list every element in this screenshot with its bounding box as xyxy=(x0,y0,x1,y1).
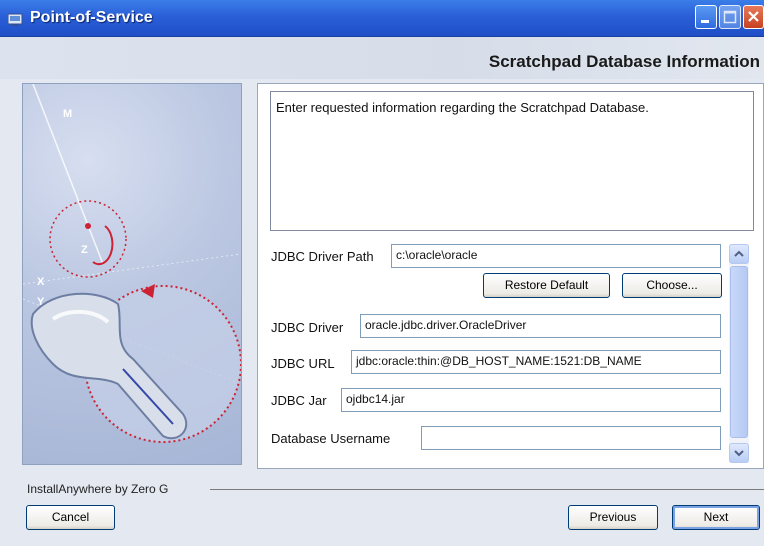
next-button[interactable]: Next xyxy=(672,505,760,530)
restore-default-button[interactable]: Restore Default xyxy=(483,273,610,298)
jdbc-jar-input[interactable]: ojdbc14.jar xyxy=(341,388,721,412)
jdbc-url-input[interactable]: jdbc:oracle:thin:@DB_HOST_NAME:1521:DB_N… xyxy=(351,350,721,374)
axis-letter-y: Y xyxy=(37,296,45,308)
jdbc-driver-input[interactable]: oracle.jdbc.driver.OracleDriver xyxy=(360,314,721,338)
axis-letter-z: Z xyxy=(81,244,88,256)
minimize-button[interactable] xyxy=(695,5,717,29)
form-scrollbar[interactable] xyxy=(729,244,749,463)
jdbc-driver-path-label: JDBC Driver Path xyxy=(271,249,374,264)
minimize-icon xyxy=(701,20,709,23)
title-bar[interactable]: Point-of-Service xyxy=(0,0,764,37)
scroll-thumb[interactable] xyxy=(730,266,748,438)
scroll-up-button[interactable] xyxy=(729,244,749,264)
close-icon xyxy=(748,11,759,22)
jdbc-driver-label: JDBC Driver xyxy=(271,320,344,335)
axis-letter-m: M xyxy=(63,108,73,120)
jdbc-url-label: JDBC URL xyxy=(271,356,335,371)
cancel-button[interactable]: Cancel xyxy=(26,505,115,530)
jdbc-jar-label: JDBC Jar xyxy=(271,393,327,408)
chevron-up-icon xyxy=(734,250,744,257)
db-username-input[interactable] xyxy=(421,426,721,450)
app-icon xyxy=(7,12,24,26)
maximize-icon xyxy=(723,10,737,24)
page-header: Scratchpad Database Information xyxy=(0,37,764,79)
footer-divider xyxy=(210,489,764,490)
window-title: Point-of-Service xyxy=(30,9,153,26)
wrench-illustration xyxy=(23,84,241,443)
maximize-button[interactable] xyxy=(719,5,741,29)
db-username-label: Database Username xyxy=(271,431,391,446)
chevron-down-icon xyxy=(734,450,744,457)
jdbc-driver-path-input[interactable]: c:\oracle\oracle xyxy=(391,244,721,268)
close-button[interactable] xyxy=(743,5,764,29)
scroll-down-button[interactable] xyxy=(729,443,749,463)
installer-window: Point-of-Service Scratchpad Database Inf… xyxy=(0,0,764,546)
axis-letter-x: X xyxy=(37,276,45,288)
installer-graphic: M Z X Y xyxy=(22,83,242,465)
page-title: Scratchpad Database Information xyxy=(488,52,760,71)
installer-brand-label: InstallAnywhere by Zero G xyxy=(27,482,173,496)
choose-button[interactable]: Choose... xyxy=(622,273,722,298)
description-box: Enter requested information regarding th… xyxy=(270,91,754,231)
previous-button[interactable]: Previous xyxy=(568,505,658,530)
